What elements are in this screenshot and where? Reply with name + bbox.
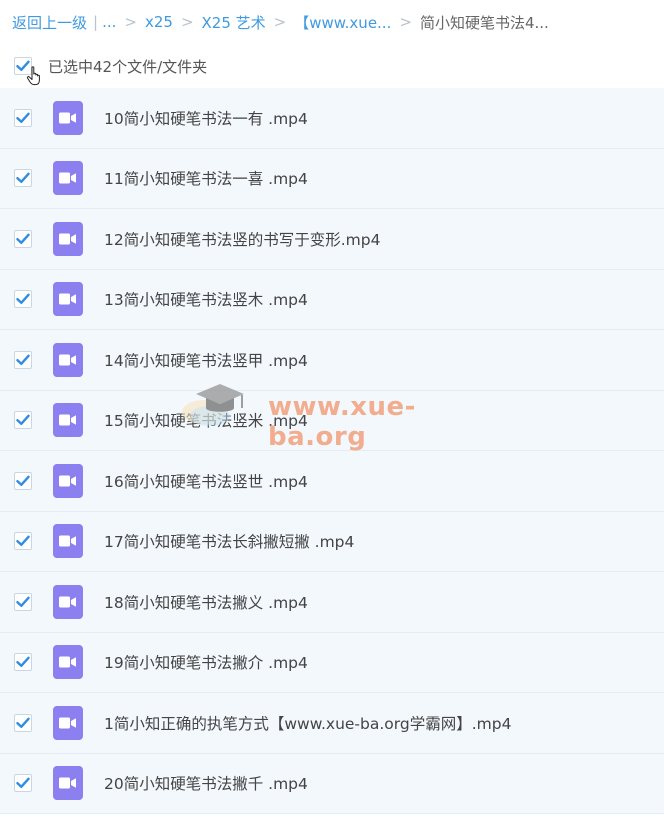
file-name[interactable]: 1简小知正确的执笔方式【www.xue-ba.org学霸网】.mp4 xyxy=(104,712,511,734)
breadcrumb-current: 简小知硬笔书法4... xyxy=(419,13,549,32)
breadcrumb-item-xue-ba[interactable]: 【www.xue... xyxy=(294,12,391,33)
file-checkbox[interactable] xyxy=(14,350,32,369)
video-file-icon xyxy=(53,282,83,317)
file-checkbox[interactable] xyxy=(14,653,32,672)
breadcrumb-item-x25-art[interactable]: X25 艺术 xyxy=(202,12,266,33)
file-name[interactable]: 13简小知硬笔书法竖木 .mp4 xyxy=(104,288,308,310)
file-checkbox[interactable] xyxy=(14,592,32,611)
checkmark-icon xyxy=(16,717,30,728)
back-link[interactable]: 返回上一级 xyxy=(12,12,87,33)
file-checkbox[interactable] xyxy=(14,411,32,430)
file-row[interactable]: 14简小知硬笔书法竖甲 .mp4 xyxy=(0,330,664,391)
file-name[interactable]: 11简小知硬笔书法一喜 .mp4 xyxy=(104,167,308,189)
file-name[interactable]: 19简小知硬笔书法撇介 .mp4 xyxy=(104,651,308,673)
file-row[interactable]: 17简小知硬笔书法长斜撇短撇 .mp4 xyxy=(0,511,664,572)
selection-count-label: 已选中42个文件/文件夹 xyxy=(48,57,208,76)
video-file-icon xyxy=(53,584,83,619)
file-checkbox[interactable] xyxy=(14,713,32,732)
checkmark-icon xyxy=(16,535,30,547)
file-checkbox[interactable] xyxy=(14,229,32,248)
breadcrumb-separator: > xyxy=(273,13,287,31)
file-name[interactable]: 12简小知硬笔书法竖的书写于变形.mp4 xyxy=(104,228,380,250)
breadcrumb-separator: > xyxy=(180,13,194,31)
hand-pointer-icon xyxy=(26,66,40,86)
checkmark-icon xyxy=(16,475,30,486)
video-file-icon xyxy=(53,221,83,256)
file-row[interactable]: 15简小知硬笔书法竖米 .mp4 xyxy=(0,390,664,451)
video-file-icon xyxy=(53,766,83,801)
video-file-icon xyxy=(53,524,83,559)
file-name[interactable]: 15简小知硬笔书法竖米 .mp4 xyxy=(104,409,308,431)
file-row[interactable]: 18简小知硬笔书法撇义 .mp4 xyxy=(0,572,664,633)
video-file-icon xyxy=(53,705,83,740)
file-row[interactable]: 16简小知硬笔书法竖世 .mp4 xyxy=(0,451,664,512)
file-name[interactable]: 18简小知硬笔书法撇义 .mp4 xyxy=(104,591,308,613)
file-name[interactable]: 14简小知硬笔书法竖甲 .mp4 xyxy=(104,349,308,371)
checkmark-icon xyxy=(16,293,30,305)
checkmark-icon xyxy=(16,112,30,123)
checkmark-icon xyxy=(16,596,30,607)
selection-bar: 已选中42个文件/文件夹 xyxy=(0,44,664,88)
file-row[interactable]: 13简小知硬笔书法竖木 .mp4 xyxy=(0,269,664,330)
checkmark-icon xyxy=(16,414,30,426)
file-name[interactable]: 20简小知硬笔书法撇千 .mp4 xyxy=(104,772,308,794)
breadcrumb-divider: | xyxy=(93,13,99,31)
file-row[interactable]: 11简小知硬笔书法一喜 .mp4 xyxy=(0,148,664,209)
checkmark-icon xyxy=(16,354,30,365)
file-name[interactable]: 17简小知硬笔书法长斜撇短撇 .mp4 xyxy=(104,530,354,552)
video-file-icon xyxy=(53,100,83,135)
video-file-icon xyxy=(53,403,83,438)
checkmark-icon xyxy=(16,172,30,184)
file-list: 10简小知硬笔书法一有 .mp4 11简小知硬笔书法一喜 .mp4 12简小知硬笔书… xyxy=(0,88,664,814)
video-file-icon xyxy=(53,161,83,196)
video-file-icon xyxy=(53,463,83,498)
file-checkbox[interactable] xyxy=(14,471,32,490)
breadcrumb: 返回上一级 | ... > x25 > X25 艺术 > 【www.xue...… xyxy=(0,0,664,44)
file-name[interactable]: 16简小知硬笔书法竖世 .mp4 xyxy=(104,470,308,492)
file-checkbox[interactable] xyxy=(14,532,32,551)
checkmark-icon xyxy=(16,777,30,789)
video-file-icon xyxy=(53,645,83,680)
file-row[interactable]: 12简小知硬笔书法竖的书写于变形.mp4 xyxy=(0,209,664,270)
file-row[interactable]: 19简小知硬笔书法撇介 .mp4 xyxy=(0,632,664,693)
file-row[interactable]: 1简小知正确的执笔方式【www.xue-ba.org学霸网】.mp4 xyxy=(0,693,664,754)
file-checkbox[interactable] xyxy=(14,108,32,127)
file-checkbox[interactable] xyxy=(14,290,32,309)
file-checkbox[interactable] xyxy=(14,169,32,188)
file-row[interactable]: 10简小知硬笔书法一有 .mp4 xyxy=(0,88,664,149)
breadcrumb-ellipsis[interactable]: ... xyxy=(102,13,116,31)
breadcrumb-separator: > xyxy=(399,13,412,31)
video-file-icon xyxy=(53,342,83,377)
file-row[interactable]: 20简小知硬笔书法撇千 .mp4 xyxy=(0,753,664,814)
breadcrumb-item-x25[interactable]: x25 xyxy=(145,13,173,31)
file-name[interactable]: 10简小知硬笔书法一有 .mp4 xyxy=(104,107,308,129)
checkmark-icon xyxy=(16,233,30,244)
file-checkbox[interactable] xyxy=(14,774,32,793)
breadcrumb-separator: > xyxy=(124,13,137,31)
checkmark-icon xyxy=(16,656,30,668)
